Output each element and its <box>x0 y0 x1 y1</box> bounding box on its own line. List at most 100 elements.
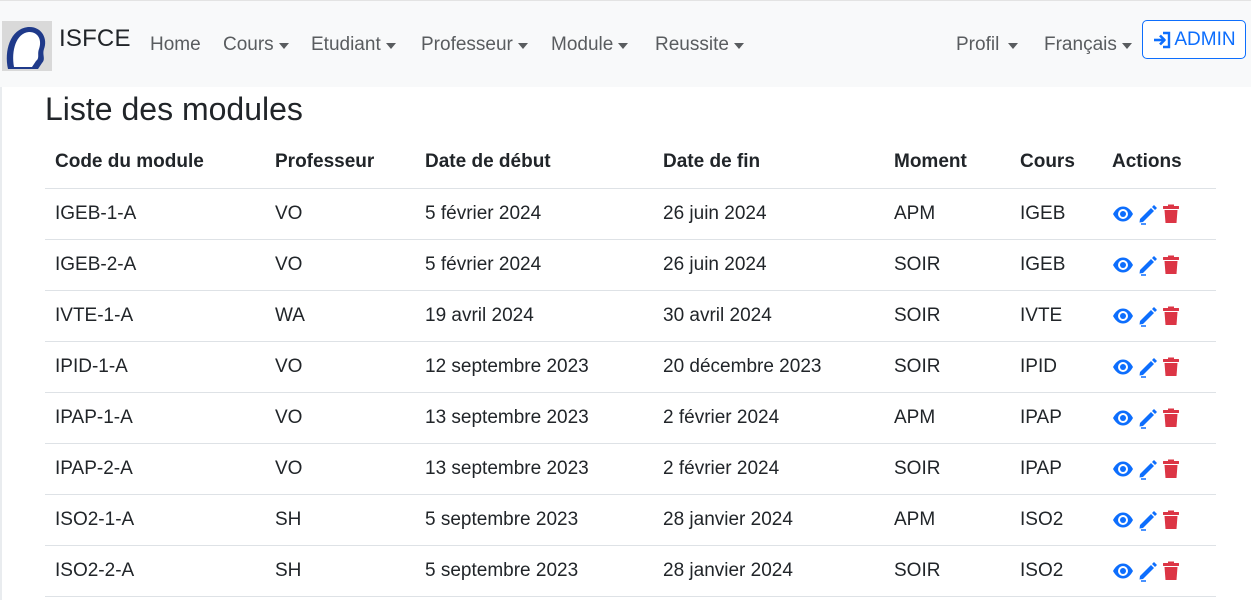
cell-code: ISO2-2-A <box>45 545 265 597</box>
cell-moment: SOIR <box>884 290 1010 342</box>
view-icon[interactable] <box>1112 205 1134 223</box>
table-row: IPAP-1-A VO 13 septembre 2023 2 février 202… <box>45 392 1216 444</box>
row-actions <box>1112 560 1206 582</box>
cell-date-fin: 28 janvier 2024 <box>653 494 884 546</box>
caret-down-icon <box>517 43 528 49</box>
delete-icon[interactable] <box>1162 306 1180 326</box>
cell-date-debut: 5 septembre 2023 <box>415 494 653 546</box>
col-header-moment: Moment <box>884 137 1010 189</box>
cell-actions <box>1102 290 1216 342</box>
cell-date-fin: 28 janvier 2024 <box>653 545 884 597</box>
cell-cours: IPAP <box>1010 443 1102 495</box>
edit-icon[interactable] <box>1137 509 1159 531</box>
view-icon[interactable] <box>1112 409 1134 427</box>
cell-moment: APM <box>884 188 1010 240</box>
cell-code: ISO2-1-A <box>45 494 265 546</box>
cell-actions <box>1102 392 1216 444</box>
cell-cours: IVTE <box>1010 290 1102 342</box>
caret-down-icon <box>385 43 396 49</box>
cell-actions <box>1102 443 1216 495</box>
cell-cours: ISO2 <box>1010 545 1102 597</box>
col-header-actions: Actions <box>1102 137 1216 189</box>
cell-professeur: WA <box>265 290 415 342</box>
delete-icon[interactable] <box>1162 204 1180 224</box>
edit-icon[interactable] <box>1137 203 1159 225</box>
table-header-row: Code du module Professeur Date de début … <box>45 137 1216 189</box>
row-actions <box>1112 305 1206 327</box>
edit-icon[interactable] <box>1137 254 1159 276</box>
nav-etudiant-label: Etudiant <box>311 34 381 55</box>
row-actions <box>1112 254 1206 276</box>
delete-icon[interactable] <box>1162 459 1180 479</box>
delete-icon[interactable] <box>1162 357 1180 377</box>
nav-language-dropdown[interactable]: Français <box>1044 34 1132 56</box>
nav-profil-dropdown[interactable]: Profil <box>956 34 1019 56</box>
edit-icon[interactable] <box>1137 356 1159 378</box>
isfce-logo[interactable] <box>2 21 52 71</box>
delete-icon[interactable] <box>1162 510 1180 530</box>
nav-cours-dropdown[interactable]: Cours <box>223 34 289 56</box>
admin-button[interactable]: ADMIN <box>1142 20 1246 59</box>
cell-cours: IGEB <box>1010 239 1102 291</box>
nav-professeur-label: Professeur <box>421 34 513 55</box>
cell-date-debut: 12 septembre 2023 <box>415 341 653 393</box>
view-icon[interactable] <box>1112 358 1134 376</box>
view-icon[interactable] <box>1112 307 1134 325</box>
col-header-cours: Cours <box>1010 137 1102 189</box>
row-actions <box>1112 407 1206 429</box>
nav-module-label: Module <box>551 34 614 55</box>
nav-module-dropdown[interactable]: Module <box>551 34 629 56</box>
cell-date-fin: 30 avril 2024 <box>653 290 884 342</box>
cell-professeur: VO <box>265 392 415 444</box>
cell-cours: IPAP <box>1010 392 1102 444</box>
col-header-date-fin: Date de fin <box>653 137 884 189</box>
cell-moment: APM <box>884 494 1010 546</box>
cell-moment: SOIR <box>884 341 1010 393</box>
cell-professeur: SH <box>265 545 415 597</box>
cell-date-debut: 19 avril 2024 <box>415 290 653 342</box>
nav-cours-label: Cours <box>223 34 274 55</box>
cell-moment: SOIR <box>884 443 1010 495</box>
caret-down-icon <box>618 43 629 49</box>
table-row: IGEB-1-A VO 5 février 2024 26 juin 2024 APM I… <box>45 188 1216 240</box>
cell-date-fin: 2 février 2024 <box>653 392 884 444</box>
view-icon[interactable] <box>1112 562 1134 580</box>
cell-moment: SOIR <box>884 239 1010 291</box>
cell-actions <box>1102 239 1216 291</box>
cell-cours: ISO2 <box>1010 494 1102 546</box>
delete-icon[interactable] <box>1162 561 1180 581</box>
caret-down-icon <box>278 43 289 49</box>
nav-professeur-dropdown[interactable]: Professeur <box>421 34 528 56</box>
cell-professeur: SH <box>265 494 415 546</box>
table-row: IPID-1-A VO 12 septembre 2023 20 décembre 2… <box>45 341 1216 393</box>
edit-icon[interactable] <box>1137 560 1159 582</box>
edit-icon[interactable] <box>1137 458 1159 480</box>
edit-icon[interactable] <box>1137 407 1159 429</box>
row-actions <box>1112 458 1206 480</box>
nav-home[interactable]: Home <box>150 34 201 56</box>
table-row: IVTE-1-A WA 19 avril 2024 30 avril 2024 SOIR… <box>45 290 1216 342</box>
view-icon[interactable] <box>1112 511 1134 529</box>
cell-code: IVTE-1-A <box>45 290 265 342</box>
cell-date-debut: 5 février 2024 <box>415 188 653 240</box>
cell-actions <box>1102 545 1216 597</box>
col-header-code: Code du module <box>45 137 265 189</box>
delete-icon[interactable] <box>1162 408 1180 428</box>
cell-cours: IGEB <box>1010 188 1102 240</box>
cell-cours: IPID <box>1010 341 1102 393</box>
cell-date-debut: 5 février 2024 <box>415 239 653 291</box>
view-icon[interactable] <box>1112 460 1134 478</box>
delete-icon[interactable] <box>1162 255 1180 275</box>
view-icon[interactable] <box>1112 256 1134 274</box>
nav-reussite-label: Reussite <box>655 34 729 55</box>
brand-name[interactable]: ISFCE <box>59 25 131 53</box>
cell-code: IGEB-1-A <box>45 188 265 240</box>
navbar: ISFCE Home Cours Etudiant Professeur Mod… <box>0 0 1251 87</box>
nav-reussite-dropdown[interactable]: Reussite <box>655 34 744 56</box>
nav-etudiant-dropdown[interactable]: Etudiant <box>311 34 396 56</box>
table-row: IPAP-2-A VO 13 septembre 2023 2 février 202… <box>45 443 1216 495</box>
edit-icon[interactable] <box>1137 305 1159 327</box>
cell-actions <box>1102 494 1216 546</box>
cell-date-debut: 13 septembre 2023 <box>415 392 653 444</box>
cell-code: IGEB-2-A <box>45 239 265 291</box>
